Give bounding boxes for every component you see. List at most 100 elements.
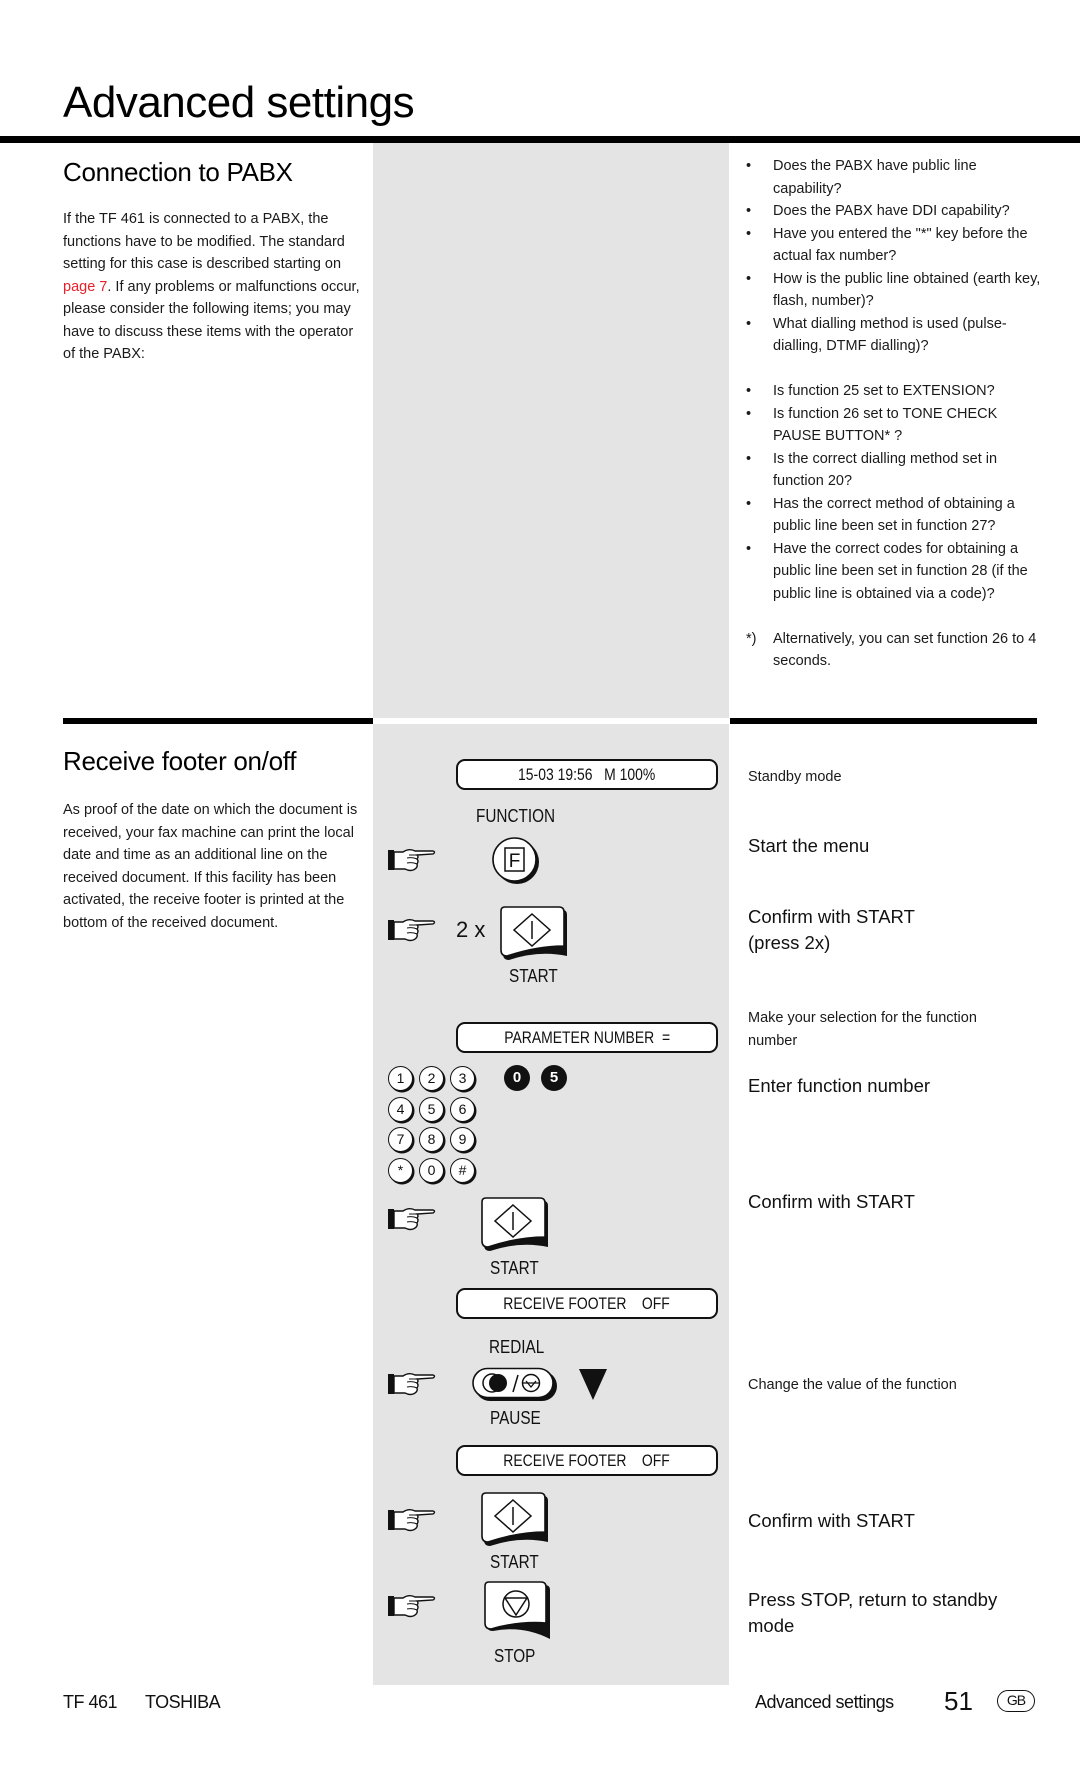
start-button[interactable] [480, 1491, 550, 1549]
checklist-item-text: Is function 26 set to TONE CHECK PAUSE B… [773, 405, 998, 445]
checklist-item: • Is function 26 set to TONE CHECK PAUSE … [746, 403, 1046, 448]
keypad-key[interactable]: 4 [388, 1096, 413, 1122]
header-rule [0, 136, 1080, 143]
entered-digit-key: 5 [541, 1065, 567, 1091]
stop-key-label: STOP [494, 1646, 536, 1666]
step-confirm-start: Confirm with START [748, 1191, 915, 1212]
step-confirm-2x-line1: Confirm with START [748, 906, 915, 927]
redial-key-label: REDIAL [489, 1337, 545, 1357]
entered-digit-key: 0 [504, 1065, 530, 1091]
step-start-menu: Start the menu [748, 835, 870, 856]
pause-key-label: PAUSE [490, 1408, 541, 1428]
section-heading-receive-footer: Receive footer on/off [63, 746, 297, 776]
keypad-key[interactable]: 9 [450, 1127, 475, 1152]
function-key-label: FUNCTION [476, 806, 556, 826]
keypad-key[interactable]: 1 [388, 1066, 413, 1091]
footer-section-name: Advanced settings [755, 1692, 894, 1712]
pabx-intro-text-end: . If any problems or malfunctions occur,… [63, 278, 360, 363]
lcd-display-parameter: PARAMETER NUMBER = [456, 1022, 718, 1053]
press-count: 2 x [456, 917, 486, 942]
keypad-key[interactable]: 7 [388, 1127, 413, 1152]
checklist-item: • Is function 25 set to EXTENSION? [746, 380, 1046, 403]
step-make-selection: Make your selection for the function num… [748, 1010, 977, 1049]
checklist-item: • Have you entered the "*" key before the… [746, 223, 1046, 268]
lcd-display-receive-footer-2: RECEIVE FOOTER OFF [456, 1445, 718, 1476]
start-button[interactable] [480, 1197, 550, 1253]
pointing-hand-icon [387, 849, 436, 872]
step-change-value: Change the value of the function [748, 1377, 957, 1393]
checklist-item-text: Is the correct dialling method set in fu… [773, 450, 998, 490]
step-standby: Standby mode [748, 769, 842, 785]
section-rule-right [730, 718, 1037, 724]
bullet-marker: • [746, 540, 752, 557]
pabx-intro-paragraph: If the TF 461 is connected to a PABX, th… [63, 208, 363, 366]
bullet-marker: • [746, 203, 752, 219]
page-title: Advanced settings [63, 78, 415, 127]
lcd-display-standby: 15-03 19:56 M 100% [456, 759, 718, 790]
section-rule-left [63, 718, 373, 724]
pointing-hand-icon [387, 1208, 436, 1231]
bullet-marker: • [746, 450, 752, 467]
checklist-item: • How is the public line obtained (earth … [746, 268, 1046, 313]
down-arrow-icon [579, 1369, 607, 1400]
keypad-key[interactable]: 2 [419, 1066, 444, 1091]
page-7-link[interactable]: page 7 [63, 279, 107, 295]
checklist-item-text: Have you entered the "*" key before the … [773, 225, 1028, 265]
numeric-keypad: 1 2 3 4 5 6 7 8 9 * 0 # [388, 1066, 488, 1191]
keypad-key[interactable]: 6 [450, 1096, 475, 1122]
footer-brand: TOSHIBA [145, 1692, 221, 1712]
checklist-item: • Has the correct method of obtaining a p… [746, 493, 1046, 538]
keypad-key[interactable]: # [450, 1157, 475, 1183]
checklist-item-text: Have the correct codes for obtaining a p… [773, 540, 1028, 602]
checklist-item-text: Does the PABX have DDI capability? [773, 203, 1010, 219]
keypad-key[interactable]: 5 [419, 1096, 444, 1122]
bullet-marker: • [746, 158, 752, 174]
checklist-item: • Have the correct codes for obtaining a … [746, 538, 1046, 606]
checklist-item-text: Is function 25 set to EXTENSION? [773, 383, 995, 399]
keypad-key[interactable]: 3 [450, 1066, 475, 1091]
bullet-marker: • [746, 495, 752, 512]
checklist-item-text: How is the public line obtained (earth k… [773, 270, 1041, 310]
footnote-marker: *) [746, 630, 757, 647]
bullet-marker: • [746, 383, 752, 399]
keypad-key[interactable]: * [388, 1157, 413, 1183]
stop-button[interactable] [483, 1581, 553, 1641]
step-confirm-start-2: Confirm with START [748, 1510, 915, 1531]
footnote: *) Alternatively, you can set function 26… [746, 628, 1046, 673]
bullet-marker: • [746, 225, 752, 242]
footer-model: TF 461 [63, 1692, 118, 1712]
start-key-label: START [490, 1552, 539, 1572]
checklist-item-text: Has the correct method of obtaining a pu… [773, 495, 1015, 535]
bullet-marker: • [746, 405, 752, 422]
step-enter-function: Enter function number [748, 1075, 931, 1096]
list-spacer [746, 605, 1046, 628]
start-button[interactable] [499, 906, 569, 962]
start-key-label: START [509, 966, 558, 986]
redial-pause-button[interactable] [472, 1367, 560, 1403]
start-key-label: START [490, 1258, 539, 1278]
step-confirm-2x: Confirm with START (press 2x) [748, 904, 1038, 956]
step-confirm-2x-line2: (press 2x) [748, 932, 831, 953]
step-press-stop: Press STOP, return to standby mode [748, 1589, 998, 1636]
function-button[interactable]: F [490, 835, 542, 887]
section-heading-pabx: Connection to PABX [63, 157, 293, 187]
pointing-hand-icon [387, 1595, 436, 1618]
footnote-text: Alternatively, you can set function 26 t… [773, 630, 1037, 670]
keypad-key[interactable]: 8 [419, 1127, 444, 1152]
page-number: 51 [944, 1686, 973, 1716]
keypad-key[interactable]: 0 [419, 1157, 444, 1183]
pointing-hand-icon [387, 919, 436, 942]
list-spacer [746, 358, 1046, 381]
country-badge: GB [997, 1690, 1035, 1712]
pabx-checklist: • Does the PABX have public line capabili… [746, 155, 1046, 673]
checklist-item-text: Does the PABX have public line capabilit… [773, 158, 977, 197]
bullet-marker: • [746, 315, 752, 332]
pointing-hand-icon [387, 1509, 436, 1532]
checklist-item: • Is the correct dialling method set in f… [746, 448, 1046, 493]
pabx-intro-text: If the TF 461 is connected to a PABX, th… [63, 211, 345, 272]
lcd-display-receive-footer: RECEIVE FOOTER OFF [456, 1288, 718, 1319]
bullet-marker: • [746, 270, 752, 287]
checklist-item: • Does the PABX have public line capabili… [746, 155, 1046, 200]
checklist-item: • Does the PABX have DDI capability? [746, 200, 1046, 223]
pointing-hand-icon [387, 1373, 436, 1396]
